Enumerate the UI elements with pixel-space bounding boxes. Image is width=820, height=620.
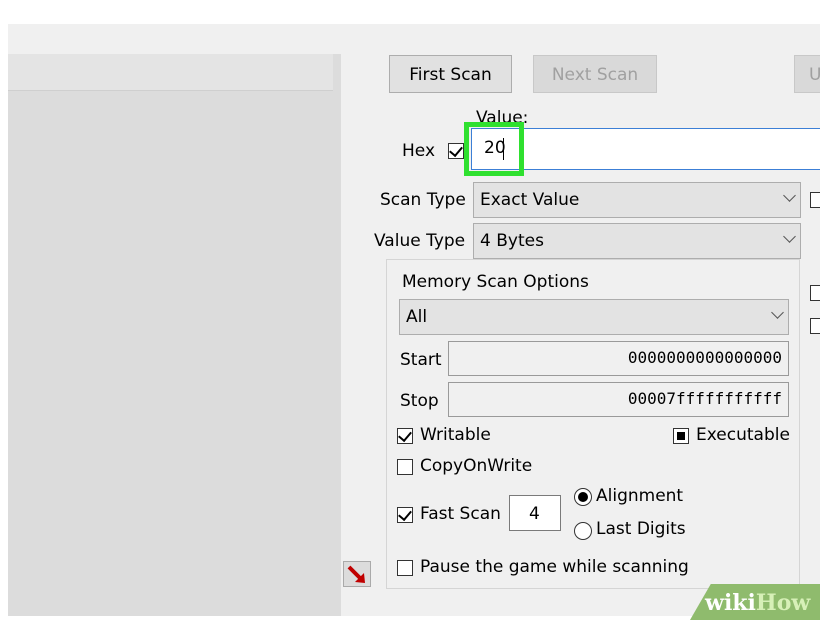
memory-region-select[interactable]: All — [399, 299, 789, 335]
chevron-down-icon — [783, 189, 796, 202]
chevron-down-icon — [771, 306, 784, 319]
fast-scan-checkbox[interactable] — [397, 506, 413, 523]
alignment-label: Alignment — [596, 486, 684, 506]
arrow-down-right-icon — [347, 565, 365, 583]
memory-scan-options-title: Memory Scan Options — [400, 272, 591, 292]
stop-address-input[interactable]: 00007fffffffffff — [448, 382, 789, 417]
copyonwrite-checkbox[interactable] — [397, 459, 413, 475]
option-checkbox-1[interactable] — [810, 192, 820, 208]
stop-label: Stop — [400, 391, 439, 411]
next-scan-button[interactable]: Next Scan — [533, 55, 657, 93]
option-checkbox-3[interactable] — [810, 318, 820, 334]
start-address-input[interactable]: 0000000000000000 — [448, 341, 789, 376]
wikihow-watermark: wikiHow — [705, 590, 810, 616]
highlight-box — [464, 122, 524, 176]
memory-region-value: All — [406, 307, 428, 327]
last-digits-radio[interactable] — [574, 522, 592, 540]
value-type-value: 4 Bytes — [480, 231, 544, 251]
scan-type-select[interactable]: Exact Value — [473, 182, 801, 218]
copyonwrite-label: CopyOnWrite — [420, 456, 533, 476]
pause-game-checkbox[interactable] — [397, 560, 413, 576]
value-type-select[interactable]: 4 Bytes — [473, 223, 801, 259]
chevron-down-icon — [783, 230, 796, 243]
start-address-value: 0000000000000000 — [627, 348, 782, 367]
executable-label: Executable — [696, 425, 790, 445]
fast-scan-value: 4 — [529, 504, 540, 524]
stop-address-value: 00007fffffffffff — [627, 389, 782, 408]
indeterminate-mark — [677, 432, 685, 440]
executable-checkbox[interactable] — [673, 428, 689, 444]
fast-scan-value-input[interactable]: 4 — [509, 495, 561, 531]
undo-scan-button[interactable]: U — [794, 55, 820, 93]
fast-scan-label: Fast Scan — [420, 504, 501, 524]
address-list-header — [8, 54, 333, 91]
option-checkbox-2[interactable] — [810, 285, 820, 301]
last-digits-label: Last Digits — [596, 519, 686, 539]
pause-game-label: Pause the game while scanning — [420, 557, 689, 577]
value-type-label: Value Type — [374, 231, 466, 251]
address-list-panel[interactable] — [8, 54, 341, 616]
watermark-wiki: wiki — [705, 590, 756, 616]
writable-label: Writable — [420, 425, 491, 445]
alignment-radio[interactable] — [574, 488, 592, 506]
first-scan-button[interactable]: First Scan — [389, 55, 512, 93]
add-address-manually-button[interactable] — [343, 561, 371, 587]
start-label: Start — [400, 350, 442, 370]
scan-type-value: Exact Value — [480, 190, 580, 210]
watermark-how: How — [755, 590, 811, 616]
hex-label: Hex — [402, 141, 436, 161]
scan-type-label: Scan Type — [380, 190, 466, 210]
writable-checkbox[interactable] — [397, 427, 413, 444]
hex-checkbox[interactable] — [448, 142, 464, 159]
